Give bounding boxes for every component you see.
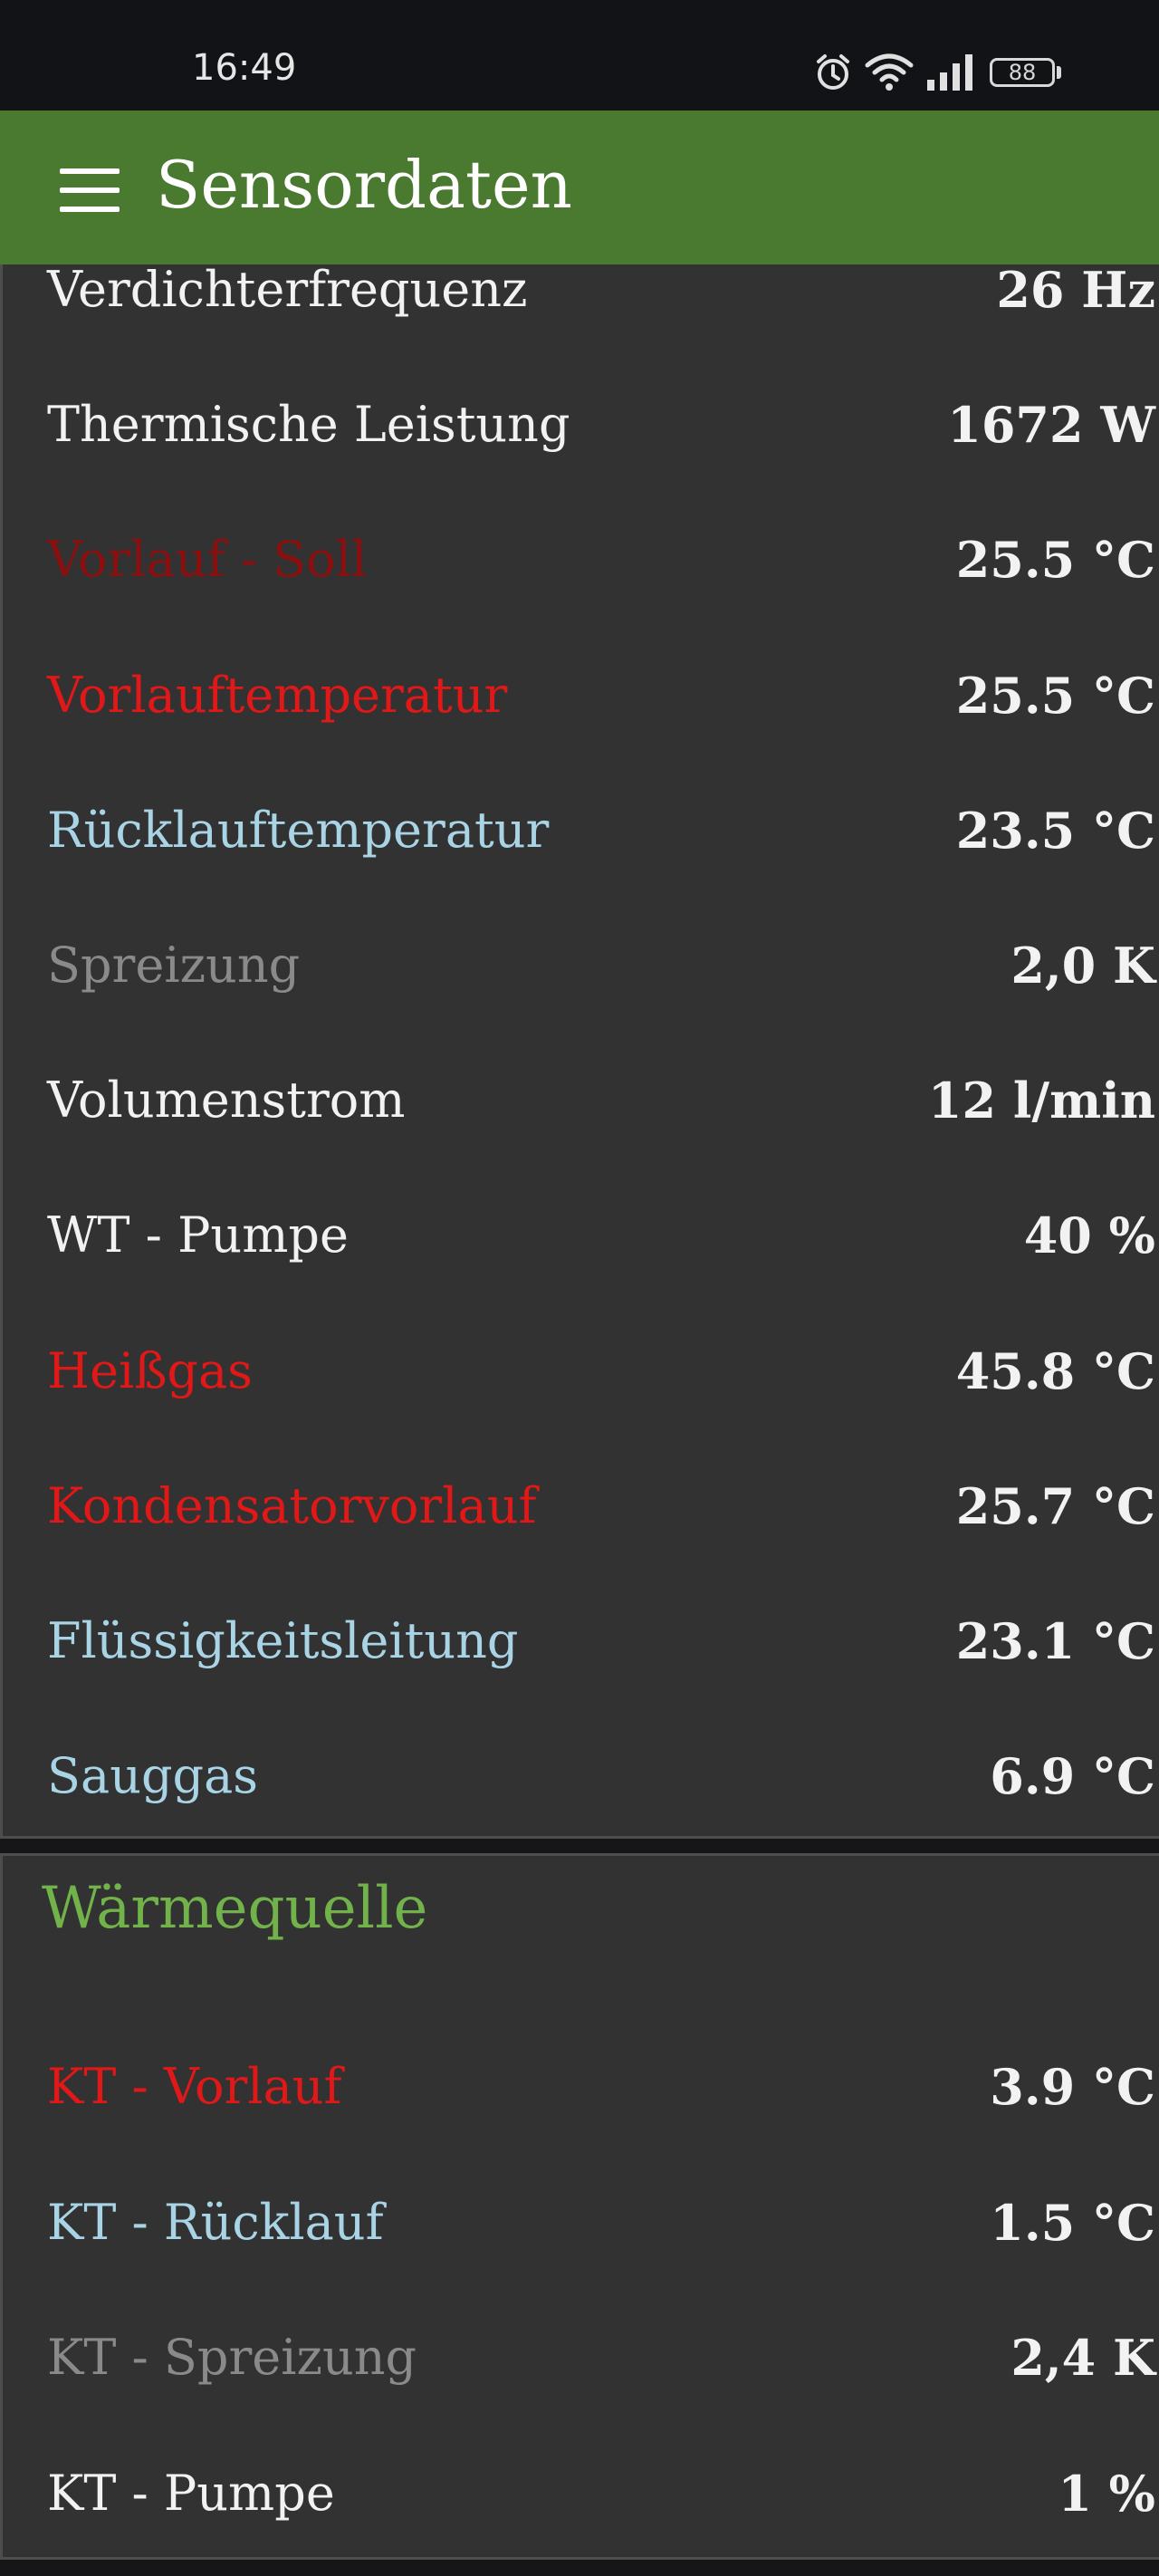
sensor-label: Flüssigkeitsleitung xyxy=(47,1612,519,1669)
heat-source-sensor-row: KT - Rücklauf 1.5 °C xyxy=(0,2177,1159,2268)
sensor-label: Rücklauftemperatur xyxy=(47,801,550,859)
sensor-row: WT - Pumpe 40 % xyxy=(0,1190,1159,1281)
sensor-row: Verdichterfrequenz 26 Hz xyxy=(0,245,1159,335)
menu-icon[interactable] xyxy=(60,168,120,212)
sensor-value: 26 Hz xyxy=(996,261,1155,319)
sensor-label: Thermische Leistung xyxy=(47,396,570,454)
sensor-label: Verdichterfrequenz xyxy=(47,261,528,318)
sensor-value: 2,0 K xyxy=(1011,937,1155,995)
sensor-value: 25.7 °C xyxy=(955,1476,1155,1535)
sensor-value: 6.9 °C xyxy=(990,1747,1155,1806)
heat-source-sensor-row: KT - Vorlauf 3.9 °C xyxy=(0,2042,1159,2132)
heat-source-sensor-value: 3.9 °C xyxy=(990,2058,1155,2116)
sensor-value: 23.1 °C xyxy=(955,1612,1155,1670)
sensor-label: WT - Pumpe xyxy=(47,1206,349,1264)
sensor-row: Rücklauftemperatur 23.5 °C xyxy=(0,785,1159,876)
page-title: Sensordaten xyxy=(156,147,572,223)
heat-source-sensor-label: KT - Rücklauf xyxy=(47,2193,384,2251)
sensor-label: Vorlauftemperatur xyxy=(47,666,508,724)
heat-source-sensor-value: 1.5 °C xyxy=(990,2193,1155,2252)
sensor-row: Heißgas 45.8 °C xyxy=(0,1326,1159,1417)
status-time: 16:49 xyxy=(192,47,297,89)
wifi-icon xyxy=(865,53,914,91)
section-title-heat-source: Wärmequelle xyxy=(42,1875,428,1942)
sensor-row: Spreizung 2,0 K xyxy=(0,920,1159,1011)
heat-source-sensor-label: KT - Vorlauf xyxy=(47,2058,342,2115)
sensor-label: Kondensatorvorlauf xyxy=(47,1476,537,1534)
sensor-row: Volumenstrom 12 l/min xyxy=(0,1055,1159,1146)
sensor-value: 23.5 °C xyxy=(955,801,1155,860)
sensor-row: Vorlauf - Soll 25.5 °C xyxy=(0,514,1159,605)
sensor-label: Volumenstrom xyxy=(47,1072,406,1129)
sensor-label: Spreizung xyxy=(47,937,301,994)
sensor-label: Vorlauf - Soll xyxy=(47,531,368,589)
sensor-row: Thermische Leistung 1672 W xyxy=(0,380,1159,470)
sensor-value: 1672 W xyxy=(947,396,1155,455)
heat-source-sensor-row: KT - Pumpe 1 % xyxy=(0,2448,1159,2539)
sensor-value: 40 % xyxy=(1023,1206,1155,1265)
heat-source-sensor-row: KT - Spreizung 2,4 K xyxy=(0,2312,1159,2403)
sensor-row: Sauggas 6.9 °C xyxy=(0,1731,1159,1821)
alarm-icon xyxy=(817,54,849,90)
sensor-row: Kondensatorvorlauf 25.7 °C xyxy=(0,1461,1159,1552)
sensor-row: Flüssigkeitsleitung 23.1 °C xyxy=(0,1596,1159,1687)
heat-source-sensor-label: KT - Pumpe xyxy=(47,2464,335,2522)
heat-source-sensor-value: 1 % xyxy=(1058,2464,1155,2523)
sensor-value: 25.5 °C xyxy=(955,531,1155,590)
heat-source-sensor-label: KT - Spreizung xyxy=(47,2329,417,2386)
status-bar: 16:49 88 xyxy=(0,0,1159,111)
heat-source-sensor-value: 2,4 K xyxy=(1011,2329,1155,2387)
sensor-value: 45.8 °C xyxy=(955,1341,1155,1400)
sensor-value: 12 l/min xyxy=(927,1072,1155,1130)
sensor-value: 25.5 °C xyxy=(955,666,1155,725)
signal-icon xyxy=(927,54,972,91)
sensor-label: Sauggas xyxy=(47,1747,259,1805)
sensor-row: Vorlauftemperatur 25.5 °C xyxy=(0,650,1159,741)
battery-icon: 88 xyxy=(990,58,1055,87)
battery-tip xyxy=(1057,66,1061,79)
sensor-label: Heißgas xyxy=(47,1341,253,1399)
